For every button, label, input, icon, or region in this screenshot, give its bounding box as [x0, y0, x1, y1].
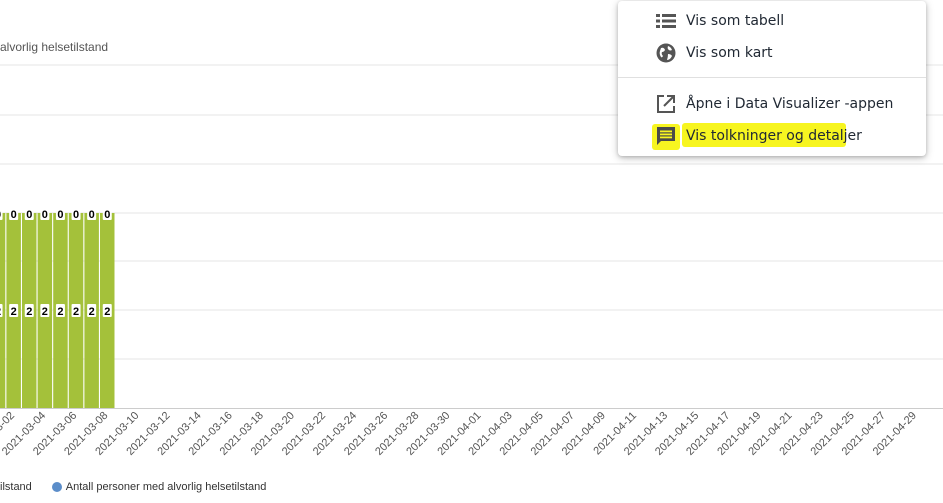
comment-icon — [654, 124, 678, 148]
data-label: 2 — [42, 306, 48, 318]
legend-item-2[interactable]: Antall personer med alvorlig helsetilsta… — [66, 481, 267, 493]
data-label: 0 — [11, 209, 17, 221]
menu-label-show-interpretations: Vis tolkninger og detaljer — [686, 128, 862, 144]
data-label: 0 — [104, 209, 110, 221]
data-label: 0 — [57, 209, 63, 221]
context-menu: Vis som tabell Vis som kart Åpne i Data … — [618, 1, 926, 156]
legend-item-1[interactable]: ilstand — [0, 481, 32, 493]
data-label: 2 — [26, 306, 32, 318]
data-label: 2 — [0, 306, 1, 318]
data-label: 0 — [89, 209, 95, 221]
menu-item-show-interpretations[interactable]: Vis tolkninger og detaljer — [618, 120, 926, 152]
globe-icon — [654, 41, 678, 65]
data-label: 2 — [104, 306, 110, 318]
menu-label-show-map: Vis som kart — [686, 45, 773, 61]
data-label: 2 — [73, 306, 79, 318]
menu-item-open-data-visualizer[interactable]: Åpne i Data Visualizer -appen — [618, 88, 926, 120]
data-label: 2 — [89, 306, 95, 318]
data-label: 0 — [42, 209, 48, 221]
menu-item-show-table[interactable]: Vis som tabell — [618, 5, 926, 37]
data-label: 2 — [11, 306, 17, 318]
menu-label-open-data-visualizer: Åpne i Data Visualizer -appen — [686, 96, 894, 112]
data-label: 0 — [26, 209, 32, 221]
legend-dot-blue — [51, 482, 62, 492]
data-label: 0 — [73, 209, 79, 221]
menu-divider — [618, 77, 926, 78]
menu-label-show-table: Vis som tabell — [686, 13, 785, 29]
data-label: 0 — [0, 209, 1, 221]
data-label: 2 — [57, 306, 63, 318]
menu-item-show-map[interactable]: Vis som kart — [618, 37, 926, 69]
open-external-icon — [654, 92, 678, 116]
chart-legend: ilstand Antall personer med alvorlig hel… — [0, 481, 266, 493]
table-list-icon — [654, 9, 678, 33]
